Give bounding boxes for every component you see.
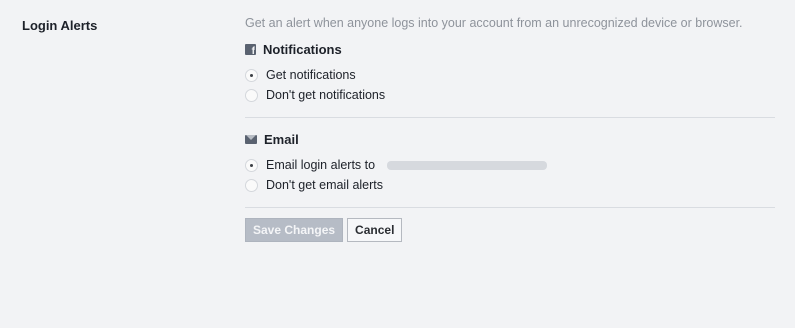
dont-get-email-alerts-label: Don't get email alerts bbox=[266, 178, 384, 192]
facebook-icon bbox=[245, 44, 256, 57]
divider bbox=[245, 117, 775, 118]
get-notifications-radio[interactable] bbox=[245, 68, 258, 82]
email-login-alerts-radio[interactable] bbox=[245, 158, 258, 172]
notifications-title: Notifications bbox=[263, 42, 342, 57]
action-buttons: Save Changes Cancel bbox=[245, 218, 775, 242]
dont-get-notifications-option[interactable]: Don't get notifications bbox=[245, 85, 775, 105]
notifications-header: Notifications bbox=[245, 42, 775, 57]
cancel-button[interactable]: Cancel bbox=[347, 218, 403, 242]
section-label: Login Alerts bbox=[22, 18, 98, 33]
email-header: Email bbox=[245, 132, 775, 147]
dont-get-email-alerts-radio[interactable] bbox=[245, 178, 258, 192]
dont-get-email-alerts-option[interactable]: Don't get email alerts bbox=[245, 175, 775, 195]
get-notifications-option[interactable]: Get notifications bbox=[245, 65, 775, 85]
divider bbox=[245, 207, 775, 208]
save-changes-button[interactable]: Save Changes bbox=[245, 218, 344, 242]
section-description: Get an alert when anyone logs into your … bbox=[245, 16, 743, 30]
get-notifications-label: Get notifications bbox=[266, 68, 356, 82]
redacted-email-address bbox=[387, 160, 548, 170]
dont-get-notifications-radio[interactable] bbox=[245, 88, 258, 102]
email-title: Email bbox=[264, 132, 299, 147]
login-alerts-panel: Get an alert when anyone logs into your … bbox=[245, 14, 775, 242]
mail-icon bbox=[245, 135, 257, 144]
dont-get-notifications-label: Don't get notifications bbox=[266, 88, 386, 102]
email-login-alerts-option[interactable]: Email login alerts to bbox=[245, 155, 775, 175]
email-login-alerts-label: Email login alerts to bbox=[266, 158, 376, 172]
